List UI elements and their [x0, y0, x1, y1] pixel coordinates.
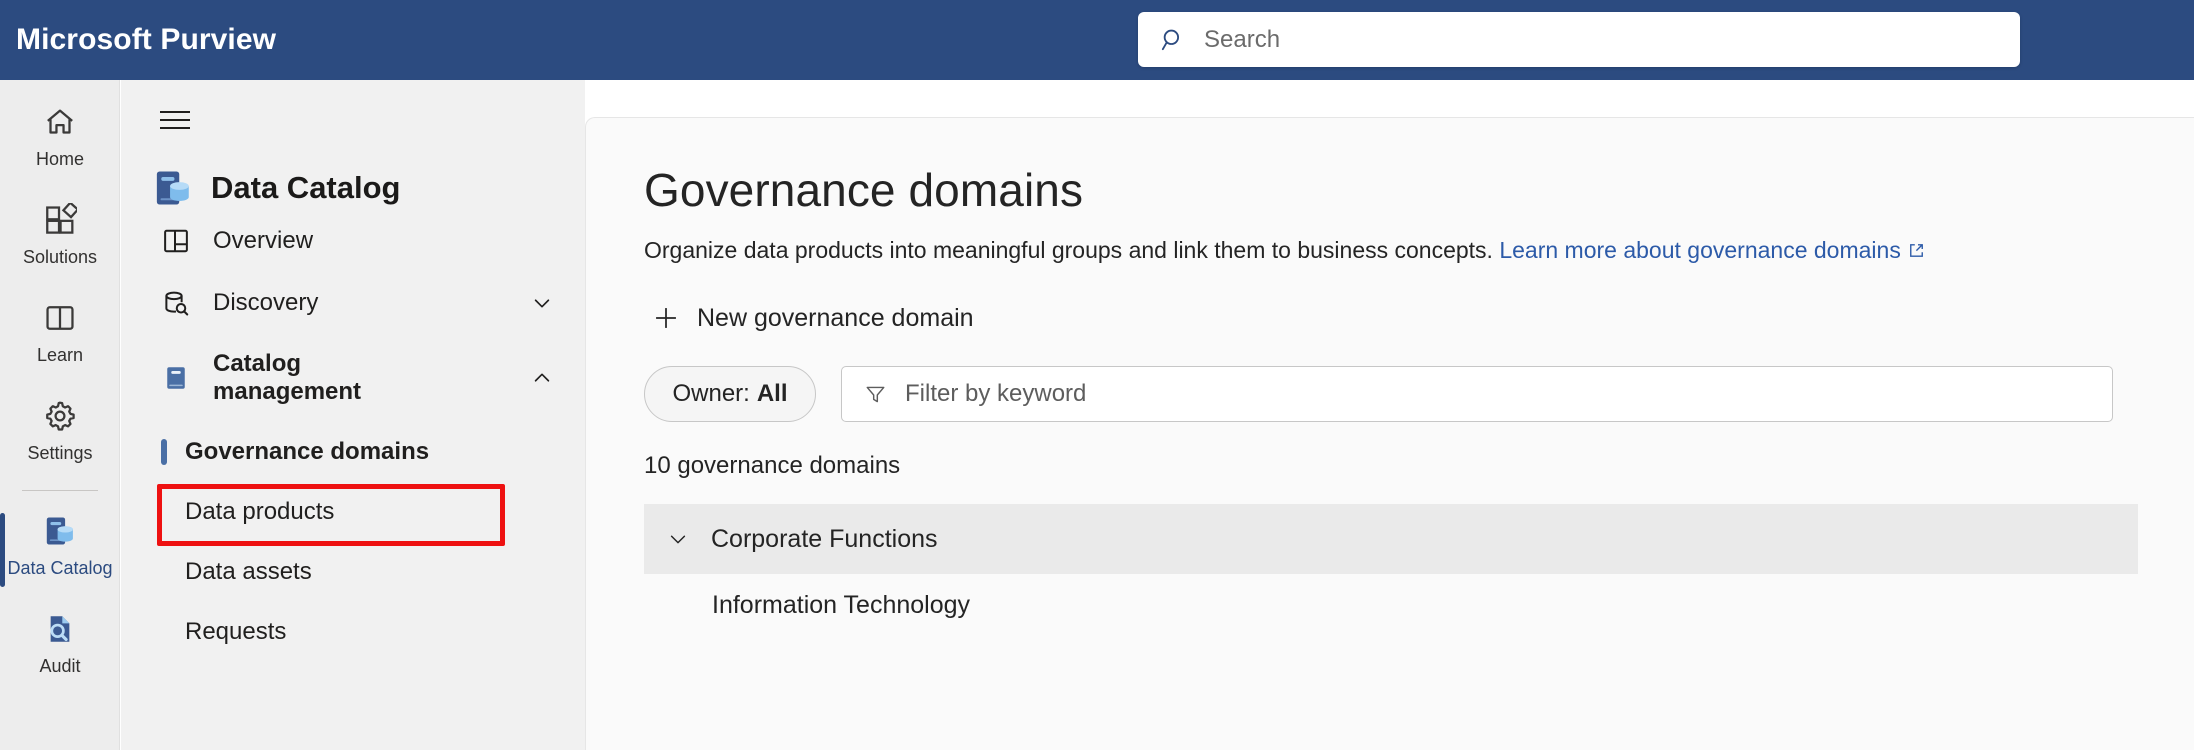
- rail-divider: [21, 490, 98, 491]
- rail-label-solutions: Solutions: [22, 247, 98, 267]
- domain-group-label: Corporate Functions: [711, 524, 938, 553]
- page-subtitle-text: Organize data products into meaningful g…: [644, 237, 1493, 263]
- chevron-up-icon[interactable]: [531, 367, 553, 389]
- global-search-box[interactable]: Search: [1138, 12, 2020, 67]
- nav-subitem-requests[interactable]: Requests: [155, 602, 567, 662]
- chevron-down-icon[interactable]: [667, 528, 689, 550]
- nav-item-catalog-management[interactable]: Catalog management: [151, 334, 567, 422]
- suite-header-bar: Microsoft Purview Search: [0, 0, 2194, 80]
- external-link-icon: [1908, 238, 1925, 257]
- audit-magnifier-icon: [40, 609, 80, 649]
- rail-label-settings: Settings: [27, 443, 93, 463]
- database-search-icon: [159, 286, 193, 320]
- learn-more-link-text: Learn more about governance domains: [1499, 237, 1901, 263]
- dashboard-grid-icon: [159, 224, 193, 258]
- purview-app-window: Microsoft Purview Search Home Solutions …: [0, 0, 2194, 750]
- data-catalog-icon: [151, 166, 195, 210]
- rail-label-learn: Learn: [36, 345, 84, 365]
- hamburger-icon[interactable]: [151, 96, 199, 144]
- nav-item-discovery[interactable]: Discovery: [151, 272, 567, 334]
- domain-count-text: 10 governance domains: [644, 452, 901, 479]
- global-search-placeholder: Search: [1204, 25, 1281, 53]
- rail-item-data-catalog[interactable]: Data Catalog: [0, 501, 120, 599]
- nav-subitem-data-products[interactable]: Data products: [155, 482, 567, 542]
- nav-subitem-data-assets[interactable]: Data assets: [155, 542, 567, 602]
- owner-filter-pill[interactable]: Owner: All: [644, 366, 816, 422]
- new-governance-domain-label: New governance domain: [697, 303, 974, 332]
- nav-sublabel-data-products: Data products: [185, 498, 335, 525]
- rail-item-solutions[interactable]: Solutions: [0, 190, 120, 288]
- domain-group-row[interactable]: Corporate Functions: [644, 504, 2138, 574]
- book-filled-icon: [159, 361, 193, 395]
- rail-label-audit: Audit: [39, 656, 81, 676]
- gear-icon: [40, 396, 80, 436]
- chevron-down-icon[interactable]: [531, 292, 553, 314]
- command-bar: New governance domain: [644, 294, 2194, 342]
- page-subtitle: Organize data products into meaningful g…: [644, 237, 2194, 264]
- home-icon: [40, 102, 80, 142]
- plus-icon: [652, 304, 680, 332]
- rail-label-data-catalog: Data Catalog: [7, 558, 113, 578]
- nav-sublabel-requests: Requests: [185, 618, 287, 645]
- nav-item-overview[interactable]: Overview: [151, 210, 567, 272]
- funnel-icon: [864, 383, 887, 406]
- filter-row: Owner: All Filter by keyword: [644, 366, 2194, 422]
- nav-label-catalog-management: Catalog management: [213, 349, 362, 405]
- nav-label-discovery: Discovery: [213, 289, 319, 316]
- rail-item-settings[interactable]: Settings: [0, 386, 120, 484]
- rail-item-learn[interactable]: Learn: [0, 288, 120, 386]
- secondary-nav-panel: Data Catalog Overview Discovery Catalog …: [121, 80, 585, 750]
- keyword-filter-placeholder: Filter by keyword: [905, 380, 1087, 407]
- nav-selection-pill: [161, 439, 167, 465]
- nav-sublabel-governance-domains: Governance domains: [185, 438, 430, 465]
- book-open-icon: [40, 298, 80, 338]
- data-catalog-icon: [40, 511, 80, 551]
- main-content-area: Governance domains Organize data product…: [585, 117, 2194, 750]
- keyword-filter-input[interactable]: Filter by keyword: [841, 366, 2113, 422]
- governance-domain-list: Corporate Functions Information Technolo…: [586, 504, 2194, 636]
- hamburger-bars: [160, 105, 190, 135]
- nav-sublabel-data-assets: Data assets: [185, 558, 312, 585]
- new-governance-domain-button[interactable]: New governance domain: [644, 294, 988, 342]
- owner-filter-label: Owner:: [672, 380, 750, 407]
- app-icon-rail: Home Solutions Learn Settings Data Catal…: [0, 80, 120, 750]
- rail-selection-indicator: [0, 513, 5, 587]
- domain-list-item[interactable]: Information Technology: [644, 574, 2138, 636]
- nav-label-overview: Overview: [213, 227, 314, 254]
- nav-title-text: Data Catalog: [211, 170, 401, 205]
- rail-label-home: Home: [35, 149, 84, 169]
- domain-item-label: Information Technology: [712, 590, 971, 619]
- rail-item-home[interactable]: Home: [0, 92, 120, 190]
- nav-subitem-governance-domains[interactable]: Governance domains: [155, 422, 567, 482]
- solutions-grid-icon: [40, 200, 80, 240]
- rail-item-audit[interactable]: Audit: [0, 599, 120, 697]
- learn-more-link[interactable]: Learn more about governance domains: [1499, 237, 1924, 263]
- owner-filter-value: All: [756, 380, 788, 407]
- nav-section-title: Data Catalog: [151, 166, 585, 210]
- brand-title: Microsoft Purview: [16, 23, 277, 56]
- search-icon: [1160, 27, 1186, 53]
- page-title: Governance domains: [644, 164, 1084, 216]
